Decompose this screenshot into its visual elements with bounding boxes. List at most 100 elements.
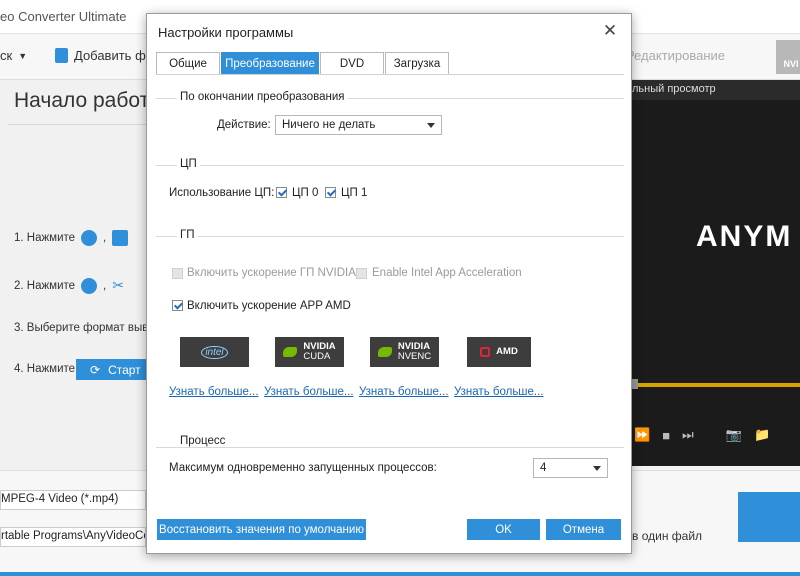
close-icon[interactable]: ✕ [601,22,619,40]
bottom-strip [0,572,800,576]
amd-logo-icon [480,347,491,357]
tab-bar: Общие Преобразование DVD Загрузка [156,52,450,75]
max-processes-value: 4 [540,462,547,474]
tab-download[interactable]: Загрузка [385,52,449,75]
step-4: 4. Нажмите [14,363,75,375]
start-button[interactable]: ⟳ Старт [76,359,148,380]
learn-more-cuda-link[interactable]: Узнать больше... [264,386,354,398]
action-select-value: Ничего не делать [282,119,376,131]
camera-icon[interactable]: 📷 [726,427,742,443]
nvidia-cuda-logo-button[interactable]: NVIDIA CUDA [275,337,344,367]
folder-icon[interactable]: 📁 [754,427,770,443]
merge-label: в один файл [632,529,703,543]
step-4-label: 4. Нажмите [14,363,76,375]
tabs-divider [156,74,624,75]
preview-title: льный просмотр [632,80,800,100]
palette-icon[interactable] [81,277,98,294]
add-file-icon[interactable] [112,230,129,246]
getting-started-title: Начало работ [14,89,150,112]
step-1-label: 1. Нажмите [14,232,76,244]
restore-defaults-button[interactable]: Восстановить значения по умолчанию [157,519,366,540]
preview-logo: ANYM [696,220,793,253]
cpu1-label: ЦП 1 [341,187,368,199]
chevron-down-icon: ▼ [18,50,28,61]
edit-label: Редактирование [626,48,726,63]
nvidia-nvenc-logo-button[interactable]: NVIDIA NVENC [370,337,439,367]
nvidia-cuda-line2: CUDA [303,351,331,362]
app-title: eo Converter Ultimate [0,9,127,24]
preview-progress-bar[interactable] [632,383,800,387]
learn-more-nvenc-link[interactable]: Узнать больше... [359,386,449,398]
scissors-icon[interactable]: ✂ [112,277,124,294]
add-file-button[interactable]: Добавить ф [55,48,146,63]
dialog-title: Настройки программы [158,25,294,40]
tab-dvd[interactable]: DVD [320,52,384,75]
nvidia-nvenc-logo-text: NVIDIA NVENC [398,342,431,362]
action-select[interactable]: Ничего не делать [275,115,442,135]
preview-panel: льный просмотр ANYM ⏩ ■ ⏭ 📷 📁 [630,80,800,466]
step-1: 1. Нажмите , [14,230,129,246]
chevron-down-icon [427,123,435,128]
ok-button[interactable]: OK [467,519,540,540]
amd-accel-label: Включить ускорение APP AMD [187,300,351,312]
chevron-down-icon [593,466,601,471]
add-file-label: Добавить ф [74,48,146,63]
refresh-icon: ⟳ [90,362,101,377]
learn-more-amd-link[interactable]: Узнать больше... [454,386,544,398]
nvidia-accel-checkbox[interactable] [172,268,183,279]
stop-icon[interactable]: ■ [662,428,670,443]
settings-dialog: Настройки программы ✕ Общие Преобразован… [146,13,632,554]
cpu1-checkbox[interactable] [325,187,336,198]
next-icon[interactable]: ⏭ [682,427,694,443]
intel-accel-checkbox[interactable] [356,268,367,279]
max-processes-label: Максимум одновременно запущенных процесс… [169,462,437,474]
disc-menu-button[interactable]: ск ▼ [0,48,27,63]
step-1-separator: , [103,232,107,244]
learn-more-intel-link[interactable]: Узнать больше... [169,386,259,398]
nvidia-badge-label: NVI [783,59,799,69]
cpu-usage-label: Использование ЦП: [169,187,275,199]
output-path-field[interactable]: rtable Programs\AnyVideoConv [0,527,146,547]
intel-logo-button[interactable]: intel [180,337,249,367]
fast-forward-icon[interactable]: ⏩ [634,427,650,443]
cpu0-label: ЦП 0 [292,187,319,199]
group-divider [156,447,624,448]
add-file-icon [55,48,68,63]
convert-button[interactable] [738,492,800,542]
amd-logo-button[interactable]: AMD [467,337,531,367]
intel-accel-label: Enable Intel App Acceleration [372,267,522,279]
step-2: 2. Нажмите , ✂ [14,277,124,294]
amd-logo-text: AMD [496,346,518,357]
nvidia-logo-icon [377,347,392,357]
gpu-group-label: ГП [177,229,198,241]
max-processes-select[interactable]: 4 [533,458,608,478]
preview-controls: ⏩ ■ ⏭ 📷 📁 [632,420,800,450]
intel-logo-icon: intel [201,345,228,359]
step-2-label: 2. Нажмите [14,279,76,292]
cpu0-checkbox[interactable] [276,187,287,198]
nvidia-accel-label: Включить ускорение ГП NVIDIA [187,267,356,279]
cpu-group-label: ЦП [177,158,200,170]
cancel-button[interactable]: Отмена [546,519,621,540]
amd-accel-checkbox[interactable] [172,300,183,311]
edit-button[interactable]: Редактирование [626,48,725,63]
add-video-icon[interactable] [81,230,98,246]
disc-menu-label: ск [0,48,13,63]
step-3-label: 3. Выберите формат выво [14,322,155,334]
after-conversion-group-label: По окончании преобразования [177,91,348,103]
nvidia-badge[interactable]: NVI [776,40,800,74]
start-button-label: Старт [108,362,141,377]
action-label: Действие: [217,119,271,131]
step-3: 3. Выберите формат выво [14,322,155,334]
group-divider [156,236,624,237]
step-2-separator: , [103,279,107,292]
nvidia-cuda-logo-text: NVIDIA CUDA [303,342,335,362]
divider [8,124,148,125]
process-group-label: Процесс [177,435,229,447]
output-format-field[interactable]: MPEG-4 Video (*.mp4) [0,490,146,510]
tab-general[interactable]: Общие [156,52,220,75]
nvidia-nvenc-line2: NVENC [397,351,432,362]
nvidia-logo-icon [283,347,298,357]
tab-conversion[interactable]: Преобразование [221,52,319,75]
group-divider [156,165,624,166]
